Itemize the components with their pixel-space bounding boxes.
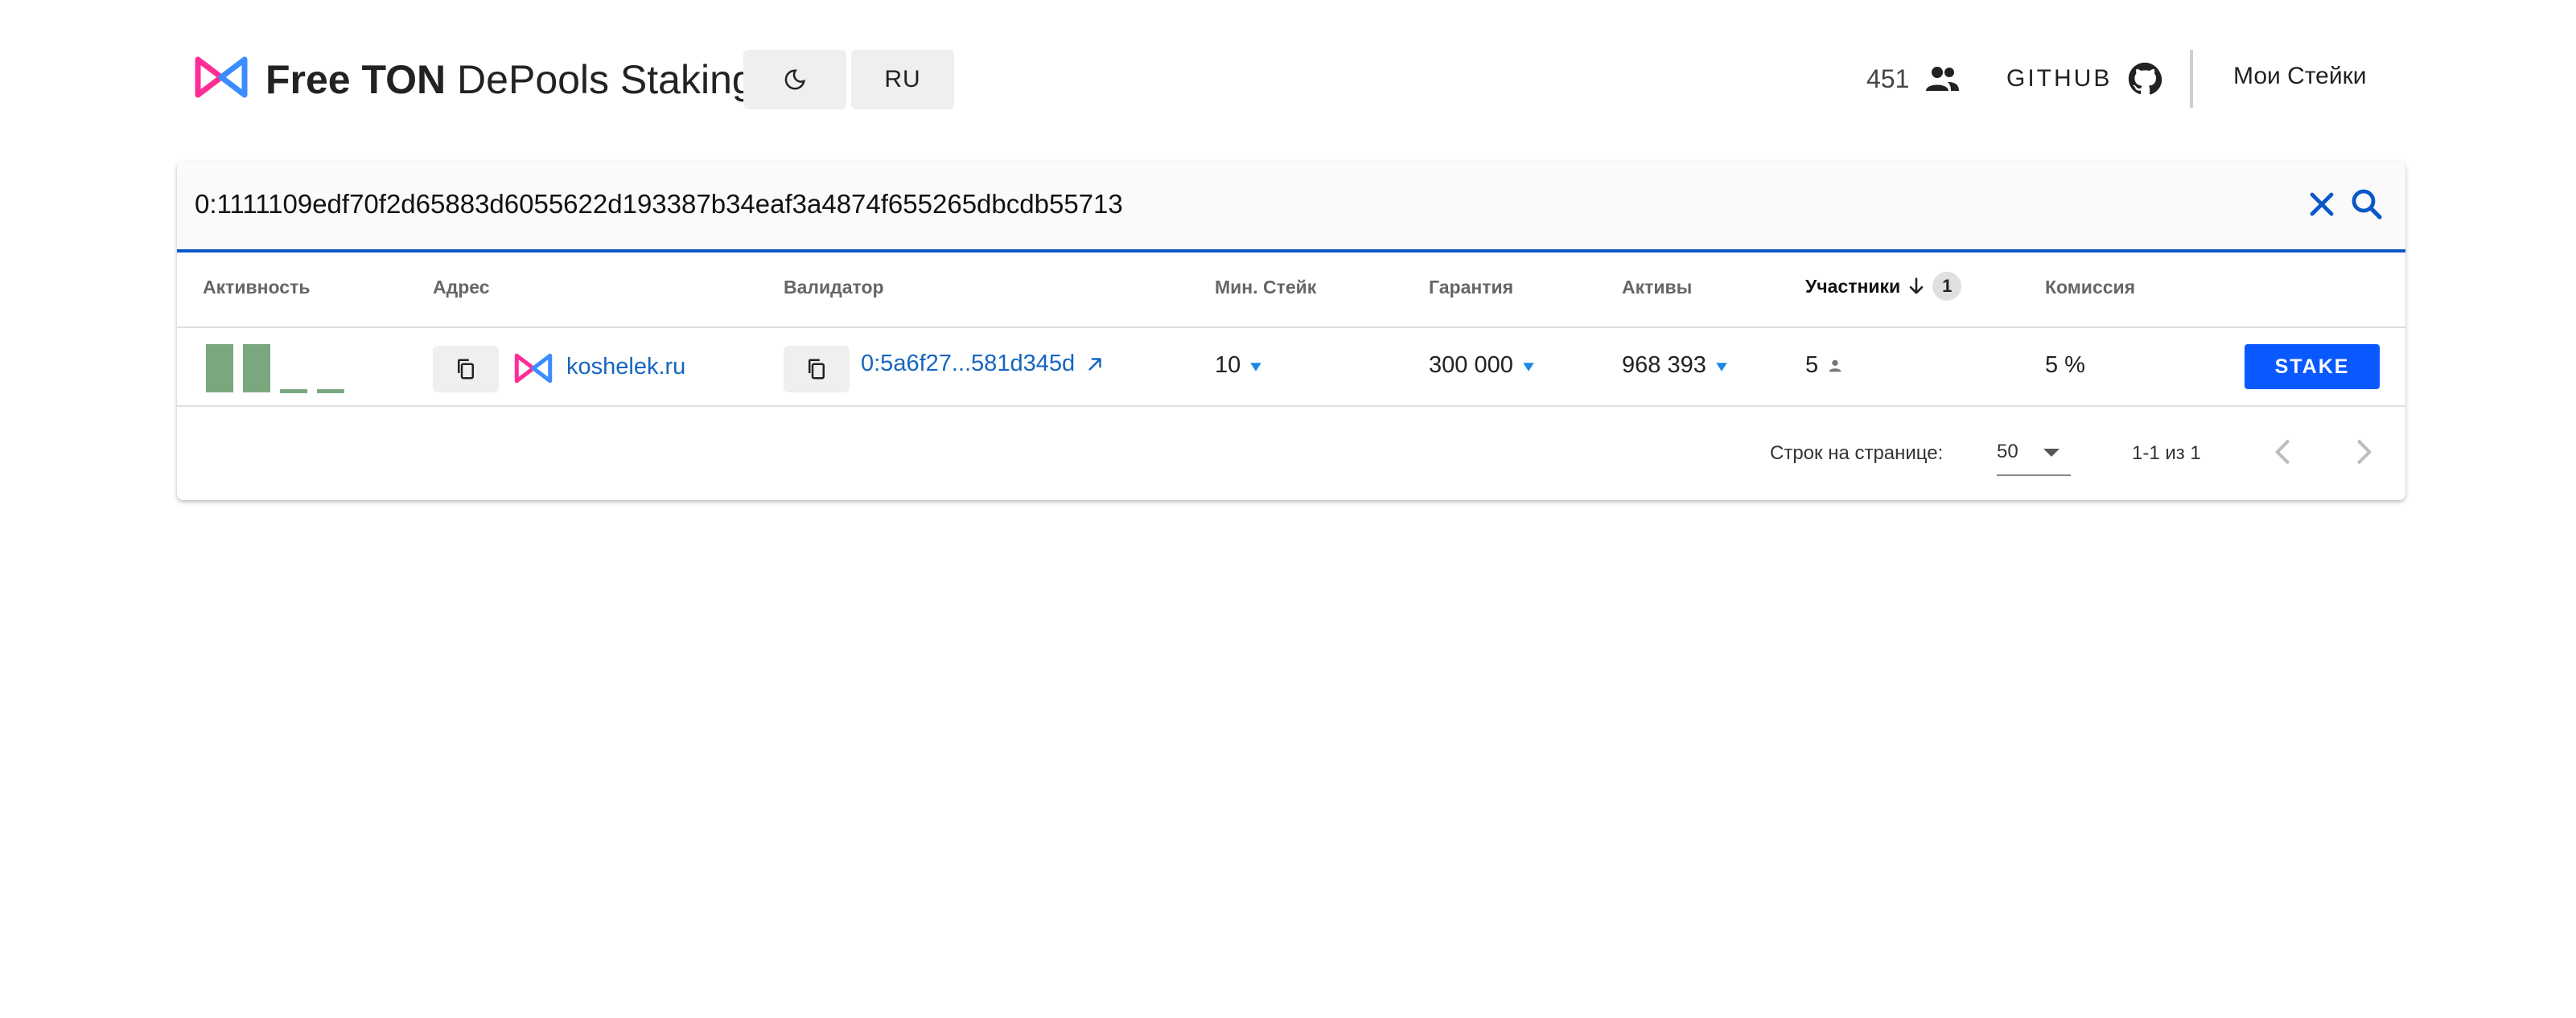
chevron-left-icon[interactable] bbox=[2265, 434, 2301, 470]
validator-link[interactable]: 0:5a6f27...581d345d bbox=[861, 351, 1105, 377]
rows-per-page-select[interactable]: 50 bbox=[1997, 431, 2071, 476]
search-input[interactable] bbox=[195, 180, 2206, 228]
depool-address-link[interactable]: koshelek.ru bbox=[566, 354, 685, 380]
commission-cell: 5 % bbox=[2045, 352, 2085, 379]
ton-diamond-icon bbox=[1523, 362, 1534, 371]
participants-value: 5 bbox=[1805, 352, 1819, 378]
assets-cell: 968 393 bbox=[1622, 352, 1729, 379]
my-stakes-link[interactable]: Мои Стейки bbox=[2233, 63, 2367, 90]
sort-order-badge: 1 bbox=[1932, 272, 1962, 301]
copy-icon bbox=[458, 359, 474, 380]
activity-bar bbox=[206, 344, 233, 392]
chevron-right-icon[interactable] bbox=[2346, 434, 2381, 470]
search-icon[interactable] bbox=[2348, 185, 2386, 224]
activity-bar bbox=[317, 389, 344, 393]
col-validator[interactable]: Валидатор bbox=[784, 277, 884, 298]
validator-address: 0:5a6f27...581d345d bbox=[861, 351, 1076, 376]
free-ton-logo-icon[interactable] bbox=[193, 53, 249, 101]
col-address[interactable]: Адрес bbox=[433, 277, 490, 298]
copy-validator-button[interactable] bbox=[784, 346, 850, 392]
copy-address-button[interactable] bbox=[433, 346, 499, 392]
theme-toggle-button[interactable] bbox=[743, 50, 846, 109]
commission-value: 5 % bbox=[2045, 352, 2085, 378]
min-stake-cell: 10 bbox=[1215, 352, 1263, 379]
activity-bar bbox=[243, 344, 270, 392]
col-participants-label: Участники bbox=[1805, 275, 1901, 297]
copy-icon bbox=[809, 359, 825, 380]
header-divider bbox=[2190, 50, 2193, 108]
guarantee-cell: 300 000 bbox=[1429, 352, 1536, 379]
table-header: Активность Адрес Валидатор Мин. Стейк Га… bbox=[177, 252, 2405, 328]
people-icon bbox=[1926, 67, 1960, 91]
github-label: GITHUB bbox=[2006, 65, 2113, 92]
activity-bar bbox=[280, 389, 307, 393]
depools-card: Активность Адрес Валидатор Мин. Стейк Га… bbox=[177, 161, 2405, 500]
users-counter: 451 bbox=[1866, 58, 1961, 100]
col-min-stake[interactable]: Мин. Стейк bbox=[1215, 277, 1316, 298]
col-commission[interactable]: Комиссия bbox=[2045, 277, 2135, 298]
person-icon bbox=[1829, 359, 1841, 371]
table-row: koshelek.ru 0:5a6f27...581d345d 10 300 0… bbox=[177, 328, 2405, 407]
col-activity[interactable]: Активность bbox=[203, 277, 311, 298]
rows-per-page-label: Строк на странице: bbox=[1770, 442, 1944, 464]
depool-logo-icon bbox=[514, 353, 553, 384]
close-icon[interactable] bbox=[2302, 185, 2341, 224]
external-link-icon bbox=[1088, 357, 1101, 371]
arrow-down-icon bbox=[1909, 277, 1924, 294]
pagination-range: 1-1 из 1 bbox=[2132, 442, 2201, 464]
caret-down-icon bbox=[2043, 449, 2060, 457]
col-participants[interactable]: Участники 1 bbox=[1805, 272, 1962, 301]
github-icon bbox=[2129, 62, 2162, 95]
language-button-label: RU bbox=[884, 66, 921, 92]
stake-button[interactable]: STAKE bbox=[2245, 344, 2380, 389]
github-link[interactable]: GITHUB bbox=[2006, 58, 2162, 100]
app-title: Free TON DePools Staking bbox=[265, 57, 755, 102]
assets-value: 968 393 bbox=[1622, 352, 1706, 378]
app-header: Free TON DePools Staking RU 451 GITHUB М… bbox=[0, 0, 2576, 161]
users-count: 451 bbox=[1866, 64, 1910, 93]
pagination: Строк на странице: 50 1-1 из 1 bbox=[177, 407, 2405, 500]
participants-cell: 5 bbox=[1805, 352, 1844, 379]
ton-diamond-icon bbox=[1716, 362, 1727, 371]
language-button[interactable]: RU bbox=[851, 50, 954, 109]
guarantee-value: 300 000 bbox=[1429, 352, 1513, 378]
col-assets[interactable]: Активы bbox=[1622, 277, 1692, 298]
rows-per-page-value: 50 bbox=[1997, 441, 2018, 462]
moon-icon bbox=[784, 69, 805, 90]
search-bar bbox=[177, 161, 2405, 252]
col-guarantee[interactable]: Гарантия bbox=[1429, 277, 1513, 298]
ton-diamond-icon bbox=[1250, 362, 1262, 371]
min-stake-value: 10 bbox=[1215, 352, 1241, 378]
